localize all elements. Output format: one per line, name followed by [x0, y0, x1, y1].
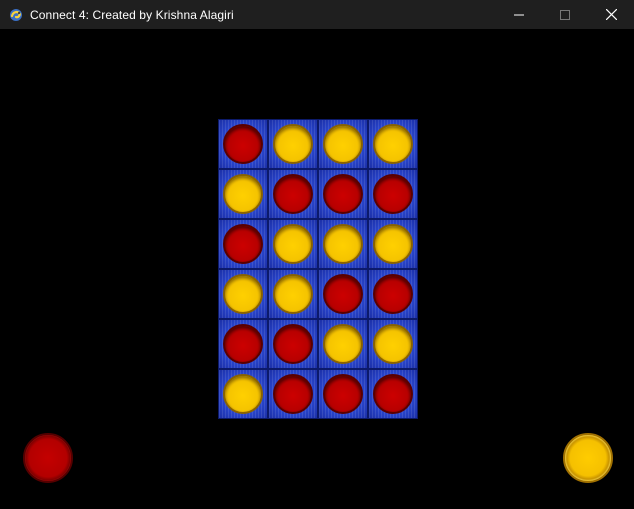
- board-cell[interactable]: [218, 319, 268, 369]
- red-disc: [373, 374, 413, 414]
- board-cell[interactable]: [218, 119, 268, 169]
- maximize-icon: [560, 9, 570, 20]
- yellow-disc: [223, 174, 263, 214]
- board-cell[interactable]: [218, 269, 268, 319]
- yellow-disc: [223, 374, 263, 414]
- yellow-disc: [273, 224, 313, 264]
- red-player-token: [23, 433, 73, 483]
- pygame-snake-icon: [8, 7, 24, 23]
- board-cell[interactable]: [268, 269, 318, 319]
- board-cell[interactable]: [368, 169, 418, 219]
- yellow-disc: [323, 224, 363, 264]
- board-cell[interactable]: [318, 319, 368, 369]
- yellow-disc: [323, 124, 363, 164]
- red-disc: [273, 374, 313, 414]
- red-disc: [323, 374, 363, 414]
- red-disc: [223, 124, 263, 164]
- board-cell[interactable]: [318, 269, 368, 319]
- yellow-disc: [273, 274, 313, 314]
- board-cell[interactable]: [268, 219, 318, 269]
- red-disc: [223, 224, 263, 264]
- board-cell[interactable]: [368, 269, 418, 319]
- board-cell[interactable]: [268, 369, 318, 419]
- board-cell[interactable]: [368, 369, 418, 419]
- red-disc: [323, 174, 363, 214]
- close-button[interactable]: [588, 0, 634, 29]
- red-disc: [223, 324, 263, 364]
- yellow-disc: [373, 124, 413, 164]
- yellow-disc: [373, 324, 413, 364]
- window-title: Connect 4: Created by Krishna Alagiri: [30, 7, 234, 22]
- board-cell[interactable]: [268, 119, 318, 169]
- board-cell[interactable]: [368, 219, 418, 269]
- board-cell[interactable]: [268, 169, 318, 219]
- yellow-player-token: [563, 433, 613, 483]
- board-cell[interactable]: [368, 319, 418, 369]
- maximize-button[interactable]: [542, 0, 588, 29]
- game-board[interactable]: [218, 119, 418, 419]
- close-icon: [605, 9, 617, 20]
- yellow-disc: [223, 274, 263, 314]
- board-cell[interactable]: [368, 119, 418, 169]
- red-disc: [273, 324, 313, 364]
- minimize-icon: [514, 14, 524, 15]
- red-disc: [373, 274, 413, 314]
- board-cell[interactable]: [268, 319, 318, 369]
- board-cell[interactable]: [218, 219, 268, 269]
- red-disc: [273, 174, 313, 214]
- board-cell[interactable]: [318, 119, 368, 169]
- board-cell[interactable]: [318, 169, 368, 219]
- board-cell[interactable]: [318, 219, 368, 269]
- red-disc: [373, 174, 413, 214]
- yellow-disc: [373, 224, 413, 264]
- board-cell[interactable]: [218, 369, 268, 419]
- window-titlebar: Connect 4: Created by Krishna Alagiri: [0, 0, 634, 29]
- board-cell[interactable]: [218, 169, 268, 219]
- yellow-disc: [323, 324, 363, 364]
- window-controls: [496, 0, 634, 29]
- red-disc: [323, 274, 363, 314]
- yellow-disc: [273, 124, 313, 164]
- board-cell[interactable]: [318, 369, 368, 419]
- minimize-button[interactable]: [496, 0, 542, 29]
